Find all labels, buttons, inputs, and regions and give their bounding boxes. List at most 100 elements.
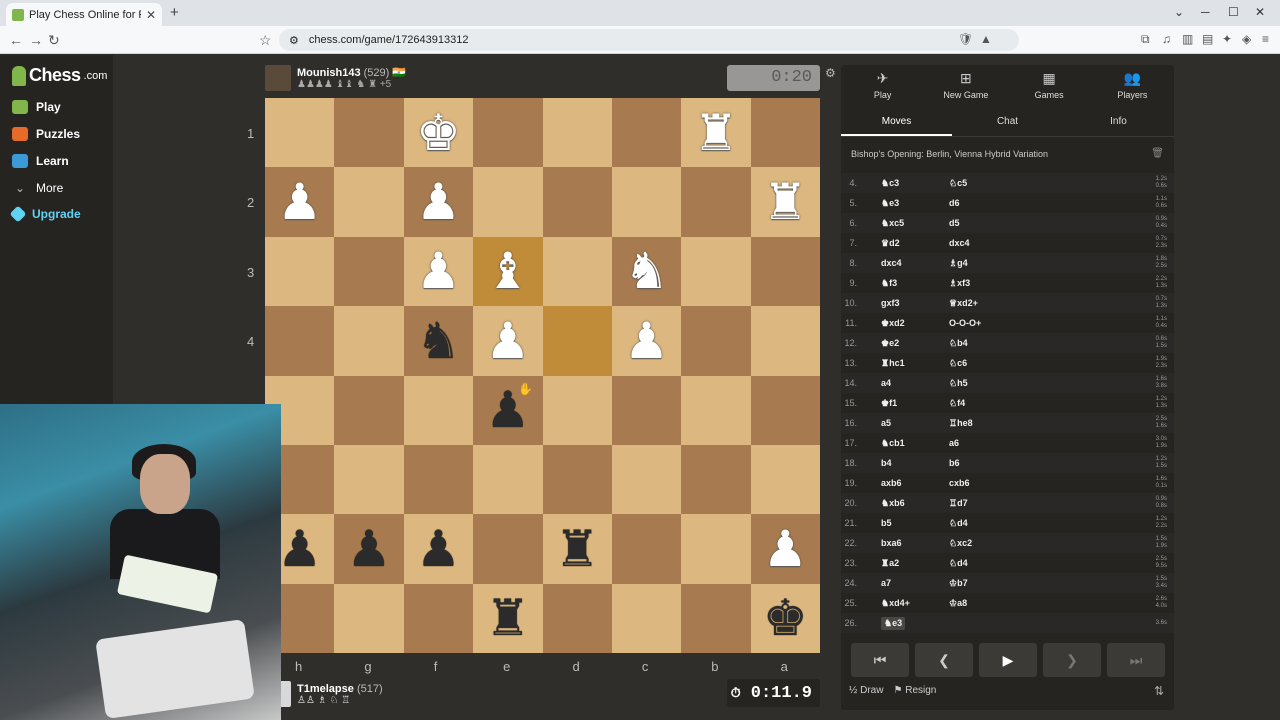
vpn-icon[interactable]: ◈ — [1242, 32, 1251, 46]
board-square[interactable] — [611, 444, 682, 515]
board-square[interactable] — [681, 167, 751, 237]
previous-move-button[interactable]: ❮ — [915, 643, 973, 677]
black-move[interactable]: ♗xf3 — [949, 278, 970, 289]
white-knight-icon[interactable]: ♞ — [624, 246, 669, 296]
tab-close-icon[interactable]: ✕ — [146, 8, 156, 22]
draw-button[interactable]: ½ Draw — [849, 685, 883, 696]
white-move[interactable]: ♜a2 — [881, 558, 899, 569]
black-move[interactable]: cxb6 — [949, 478, 970, 488]
white-move[interactable]: ♚e2 — [881, 338, 899, 349]
white-rook-icon[interactable]: ♜ — [694, 108, 739, 158]
board-square[interactable] — [403, 583, 474, 653]
board-square[interactable]: ♞ — [611, 236, 682, 307]
board-square[interactable]: ♞ — [403, 306, 474, 376]
black-move[interactable]: ♔a8 — [949, 598, 967, 609]
board-square[interactable]: ♜ — [473, 583, 543, 653]
ai-icon[interactable]: ✦ — [1222, 32, 1232, 46]
chesscom-logo[interactable]: Chess .com — [12, 65, 107, 86]
white-move[interactable]: a4 — [881, 378, 891, 388]
black-move[interactable]: ♖he8 — [949, 418, 973, 429]
black-move[interactable]: a6 — [949, 438, 959, 448]
forward-button[interactable]: → — [29, 32, 43, 48]
black-move[interactable]: d5 — [949, 218, 960, 228]
white-move[interactable]: ♞f3 — [881, 278, 897, 289]
white-move[interactable]: a7 — [881, 578, 891, 588]
board-square[interactable]: ♟ — [334, 514, 404, 584]
black-move[interactable]: ♘c6 — [949, 358, 967, 369]
board-square[interactable] — [542, 583, 612, 653]
white-pawn-icon[interactable]: ♟ — [416, 246, 461, 296]
board-square[interactable] — [334, 306, 404, 376]
black-move[interactable]: ♖d7 — [949, 498, 968, 509]
board-square[interactable] — [403, 375, 474, 445]
board-square[interactable] — [334, 375, 404, 445]
black-rook-icon[interactable]: ♜ — [485, 593, 530, 643]
board-square[interactable] — [681, 514, 751, 584]
flip-board-icon[interactable]: ⇅ — [1154, 684, 1164, 698]
black-move[interactable]: O-O-O+ — [949, 318, 981, 328]
board-square[interactable] — [542, 375, 612, 445]
rewards-icon[interactable]: ▲ — [980, 32, 992, 46]
white-rook-icon[interactable]: ♜ — [763, 177, 808, 227]
tab-players[interactable]: 👥 Players — [1091, 65, 1174, 105]
black-move[interactable]: ♔b7 — [949, 578, 968, 589]
first-move-button[interactable]: ⏮ — [851, 643, 909, 677]
board-square[interactable]: ♟ — [403, 236, 474, 307]
board-square[interactable] — [542, 306, 612, 376]
black-move[interactable]: ♗g4 — [949, 258, 968, 269]
subtab-info[interactable]: Info — [1063, 109, 1174, 136]
board-square[interactable] — [750, 306, 820, 376]
white-move[interactable]: ♜hc1 — [881, 358, 905, 369]
board-square[interactable]: ♟ — [403, 167, 474, 237]
black-move[interactable]: ♕xd2+ — [949, 298, 978, 309]
black-knight-icon[interactable]: ♞ — [416, 316, 461, 366]
settings-gear-icon[interactable]: ⚙ — [825, 66, 836, 80]
board-square[interactable] — [473, 98, 543, 168]
url-field[interactable]: ⚙ chess.com/game/172643913312 — [279, 29, 1019, 51]
board-square[interactable]: ♟ — [403, 514, 474, 584]
white-move[interactable]: ♞xc5 — [881, 218, 904, 229]
board-square[interactable] — [750, 444, 820, 515]
board-square[interactable] — [334, 98, 404, 168]
board-square[interactable] — [681, 306, 751, 376]
wallet-icon[interactable]: ▤ — [1202, 32, 1213, 46]
maximize-button[interactable]: ☐ — [1228, 5, 1239, 19]
next-move-button[interactable]: ❯ — [1043, 643, 1101, 677]
black-pawn-icon[interactable]: ♟ — [277, 524, 322, 574]
board-square[interactable] — [473, 444, 543, 515]
white-move[interactable]: ♞c3 — [881, 178, 899, 189]
sidebar-item-more[interactable]: ⌄ More — [12, 181, 63, 195]
white-move[interactable]: dxc4 — [881, 258, 902, 268]
board-square[interactable]: ♚ — [403, 98, 474, 168]
white-move[interactable]: ♞e3 — [881, 198, 899, 209]
tab-search-icon[interactable]: ⌄ — [1174, 5, 1184, 19]
sidebar-item-upgrade[interactable]: Upgrade — [9, 205, 81, 223]
bottom-player-name[interactable]: T1melapse — [297, 683, 354, 695]
black-move[interactable]: ♘d4 — [949, 558, 968, 569]
black-move[interactable]: ♘f4 — [949, 398, 965, 409]
black-move[interactable]: ♘b4 — [949, 338, 968, 349]
board-square[interactable] — [265, 236, 335, 307]
black-move[interactable]: dxc4 — [949, 238, 970, 248]
white-pawn-icon[interactable]: ♟ — [763, 524, 808, 574]
board-square[interactable] — [542, 167, 612, 237]
board-square[interactable] — [542, 98, 612, 168]
white-move[interactable]: ♞xd4+ — [881, 598, 910, 609]
board-square[interactable]: ♜ — [750, 167, 820, 237]
media-icon[interactable]: ♫ — [1162, 32, 1171, 46]
black-move[interactable]: ♘c5 — [949, 178, 967, 189]
black-rook-icon[interactable]: ♜ — [555, 524, 600, 574]
board-square[interactable]: ♝ — [473, 236, 543, 307]
top-player-name[interactable]: Mounish143 — [297, 67, 361, 79]
subtab-moves[interactable]: Moves — [841, 109, 952, 136]
board-square[interactable]: ♜ — [542, 514, 612, 584]
tab-games[interactable]: ▦ Games — [1008, 65, 1091, 105]
sidebar-icon[interactable]: ▥ — [1182, 32, 1193, 46]
board-square[interactable] — [473, 167, 543, 237]
tab-new-game[interactable]: ⊞ New Game — [924, 65, 1007, 105]
board-square[interactable] — [473, 514, 543, 584]
subtab-chat[interactable]: Chat — [952, 109, 1063, 136]
board-square[interactable]: ♟ — [473, 306, 543, 376]
board-square[interactable] — [611, 98, 682, 168]
white-move[interactable]: b4 — [881, 458, 892, 468]
